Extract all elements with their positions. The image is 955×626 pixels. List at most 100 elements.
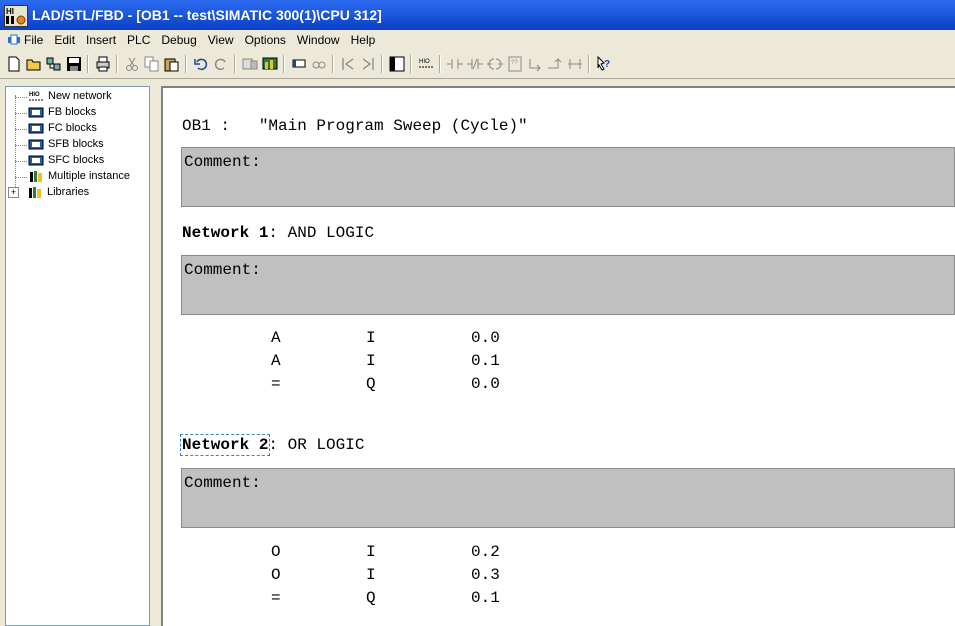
network-2-label[interactable]: Network 2: [179, 434, 271, 456]
coil-icon[interactable]: [485, 54, 505, 73]
stl-operand-area: I: [366, 566, 376, 584]
svg-text:?: ?: [604, 59, 610, 70]
network-1-header[interactable]: Network 1: AND LOGIC: [182, 224, 374, 242]
comment-label: Comment:: [184, 261, 261, 279]
expand-icon[interactable]: +: [8, 186, 19, 198]
tree-item-sfb-blocks[interactable]: SFB blocks: [28, 138, 104, 150]
connection-icon[interactable]: [565, 54, 585, 73]
accessible-nodes-icon[interactable]: [44, 54, 64, 73]
tree-item-label: Libraries: [47, 186, 90, 198]
tree-item-fc-blocks[interactable]: FC blocks: [28, 122, 97, 134]
network-1-label: Network 1: [182, 224, 269, 242]
menu-plc[interactable]: PLC: [127, 33, 150, 47]
contact-no-icon[interactable]: [445, 54, 465, 73]
tree-item-fb-blocks[interactable]: FB blocks: [28, 106, 96, 118]
menu-insert[interactable]: Insert: [86, 33, 116, 47]
comment-label: Comment:: [184, 153, 261, 171]
next-icon[interactable]: [358, 54, 378, 73]
library-icon: [28, 170, 44, 183]
new-network-icon[interactable]: HIO: [416, 54, 436, 73]
tree-item-label: SFC blocks: [48, 154, 105, 166]
cut-icon[interactable]: [122, 54, 142, 73]
branch-close-icon[interactable]: [545, 54, 565, 73]
overview-icon[interactable]: [387, 54, 407, 73]
block-comment-box[interactable]: Comment:: [181, 147, 955, 207]
stl-operand-area: I: [366, 352, 376, 370]
comment-icon[interactable]: [289, 54, 309, 73]
library-icon: [27, 186, 43, 199]
menu-debug[interactable]: Debug: [161, 33, 196, 47]
stl-operation: =: [271, 589, 281, 607]
comment-label: Comment:: [184, 474, 261, 492]
title-bar: HI LAD/STL/FBD - [OB1 -- test\SIMATIC 30…: [0, 0, 955, 30]
block-icon: [28, 154, 44, 166]
stl-operand-area: Q: [366, 589, 376, 607]
menu-file[interactable]: File: [24, 33, 43, 47]
help-icon[interactable]: ?: [594, 54, 614, 73]
tree-item-label: FB blocks: [48, 106, 97, 118]
contact-nc-icon[interactable]: [465, 54, 485, 73]
glasses-icon[interactable]: [309, 54, 329, 73]
window-title: LAD/STL/FBD - [OB1 -- test\SIMATIC 300(1…: [32, 7, 382, 23]
save-icon[interactable]: [64, 54, 84, 73]
paste-icon[interactable]: [162, 54, 182, 73]
toolbar: HIO ?? ?: [0, 50, 955, 79]
copy-icon[interactable]: [142, 54, 162, 73]
menu-window[interactable]: Window: [297, 33, 340, 47]
tree-item-libraries[interactable]: + Libraries: [8, 186, 90, 199]
menu-view[interactable]: View: [208, 33, 234, 47]
menu-bar: File Edit Insert PLC Debug View Options …: [0, 30, 955, 50]
svg-text:HI: HI: [6, 7, 14, 16]
new-icon[interactable]: [4, 54, 24, 73]
stl-address: 0.0: [471, 329, 500, 347]
block-icon: [28, 122, 44, 134]
stl-address: 0.1: [471, 352, 500, 370]
program-elements-tree[interactable]: HIO New network FB blocks FC blocks SFB b…: [5, 86, 150, 626]
stl-operation: O: [271, 543, 281, 561]
tree-item-label: Multiple instance: [48, 170, 130, 182]
stl-operand-area: Q: [366, 375, 376, 393]
stl-operand-area: I: [366, 543, 376, 561]
stl-address: 0.1: [471, 589, 500, 607]
stl-address: 0.2: [471, 543, 500, 561]
svg-text:??: ??: [511, 60, 518, 66]
undo-icon[interactable]: [191, 54, 211, 73]
menu-help[interactable]: Help: [351, 33, 376, 47]
stl-operation: A: [271, 329, 281, 347]
stl-operation: A: [271, 352, 281, 370]
branch-open-icon[interactable]: [525, 54, 545, 73]
previous-icon[interactable]: [338, 54, 358, 73]
tree-item-new-network[interactable]: HIO New network: [28, 90, 112, 102]
document-icon: [8, 34, 20, 45]
redo-icon[interactable]: [211, 54, 231, 73]
print-icon[interactable]: [93, 54, 113, 73]
svg-text:HIO: HIO: [419, 59, 430, 65]
block-icon: [28, 106, 44, 118]
stl-operation: O: [271, 566, 281, 584]
network-2-title: : OR LOGIC: [268, 436, 365, 454]
stl-address: 0.3: [471, 566, 500, 584]
tree-item-label: FC blocks: [48, 122, 97, 134]
network-2-header[interactable]: Network 2: OR LOGIC: [179, 434, 365, 456]
tree-item-sfc-blocks[interactable]: SFC blocks: [28, 154, 104, 166]
tree-item-label: SFB blocks: [48, 138, 104, 150]
app-logo-icon: HI: [4, 5, 28, 27]
block-icon: [28, 138, 44, 150]
network-1-comment-box[interactable]: Comment:: [181, 255, 955, 315]
stl-operand-area: I: [366, 329, 376, 347]
splitter[interactable]: [150, 86, 160, 626]
box-icon[interactable]: ??: [505, 54, 525, 73]
monitor-icon[interactable]: [260, 54, 280, 73]
network-1-title: : AND LOGIC: [268, 224, 375, 242]
menu-edit[interactable]: Edit: [54, 33, 75, 47]
tree-item-label: New network: [48, 90, 112, 102]
tree-item-multiple-instance[interactable]: Multiple instance: [28, 170, 130, 183]
menu-options[interactable]: Options: [245, 33, 286, 47]
stl-operation: =: [271, 375, 281, 393]
network-2-comment-box[interactable]: Comment:: [181, 468, 955, 528]
stl-address: 0.0: [471, 375, 500, 393]
download-icon[interactable]: [240, 54, 260, 73]
network-icon: HIO: [28, 90, 44, 102]
open-icon[interactable]: [24, 54, 44, 73]
svg-text:HIO: HIO: [29, 92, 40, 98]
